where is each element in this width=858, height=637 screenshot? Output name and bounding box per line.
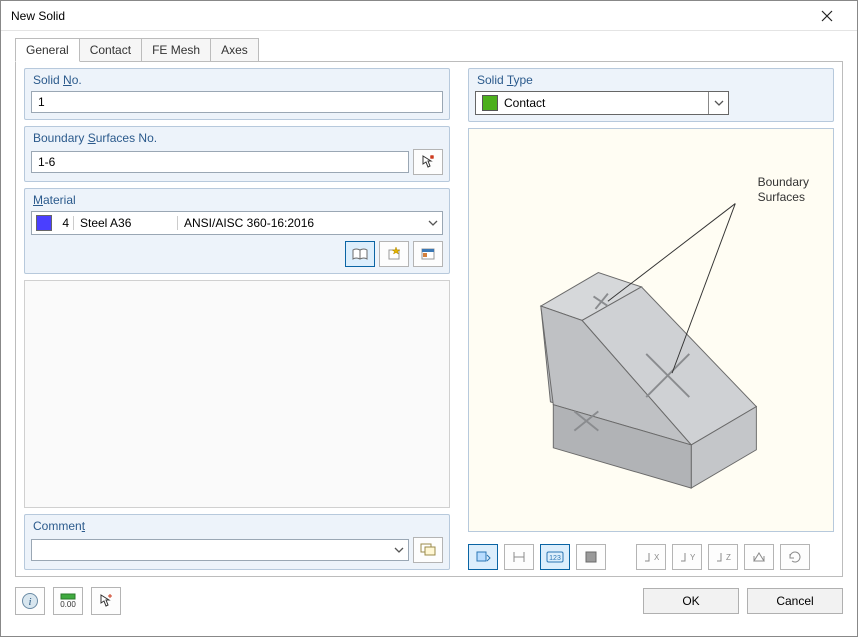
chevron-down-icon (428, 220, 438, 226)
preview-area: Boundary Surfaces (468, 128, 834, 532)
ok-button[interactable]: OK (643, 588, 739, 614)
rotate-button[interactable] (780, 544, 810, 570)
reset-view-button[interactable] (744, 544, 774, 570)
svg-text:123: 123 (549, 555, 561, 562)
group-boundary-surfaces: Boundary Surfaces No. (24, 126, 450, 182)
label-comment: Comment (33, 519, 443, 533)
material-color-swatch (36, 215, 52, 231)
dialog-window: New Solid General Contact FE Mesh Axes S… (0, 0, 858, 637)
label-solid-no: Solid No. (33, 73, 443, 87)
empty-panel (24, 280, 450, 508)
close-button[interactable] (807, 2, 847, 30)
preview-toolbar: 123 X Y Z (468, 544, 834, 570)
svg-text:Y: Y (690, 553, 695, 562)
group-material: Material 4 Steel A36 ANSI/AISC 360-16:20… (24, 188, 450, 274)
axis-z-button[interactable]: Z (708, 544, 738, 570)
close-icon (821, 10, 833, 22)
units-button[interactable]: 0.00 (53, 587, 83, 615)
tabs-row: General Contact FE Mesh Axes (1, 35, 857, 61)
axis-x-icon: X (643, 550, 659, 564)
material-dropdown-button[interactable] (424, 220, 442, 226)
label-material: Material (33, 193, 443, 207)
solid-type-select[interactable]: Contact (475, 91, 729, 115)
chevron-down-icon (394, 547, 404, 553)
window-title: New Solid (11, 9, 65, 23)
material-number: 4 (56, 216, 74, 230)
boundary-surfaces-input[interactable] (31, 151, 409, 173)
tab-contact[interactable]: Contact (79, 38, 142, 61)
cancel-button[interactable]: Cancel (747, 588, 843, 614)
axis-y-icon: Y (679, 550, 695, 564)
group-solid-type: Solid Type Contact (468, 68, 834, 122)
rotate-icon (787, 550, 803, 564)
number-button[interactable]: 123 (540, 544, 570, 570)
tab-fe-mesh[interactable]: FE Mesh (141, 38, 211, 61)
titlebar: New Solid (1, 1, 857, 31)
chevron-down-icon (714, 100, 724, 106)
comment-manage-button[interactable] (413, 537, 443, 563)
material-library-button[interactable] (345, 241, 375, 267)
label-boundary-surfaces: Boundary Surfaces No. (33, 131, 443, 145)
svg-text:Z: Z (726, 553, 731, 562)
pick-surfaces-button[interactable] (413, 149, 443, 175)
reset-view-icon (751, 550, 767, 564)
bottom-bar: i 0.00 OK Cancel (1, 577, 857, 627)
display-options-icon (475, 550, 491, 564)
help-button[interactable]: i (15, 587, 45, 615)
new-icon (386, 247, 402, 261)
solid-no-input[interactable] (31, 91, 443, 113)
comment-dropdown-button[interactable] (394, 547, 404, 553)
comment-combo[interactable] (31, 539, 409, 561)
solid-type-dropdown-button[interactable] (708, 92, 728, 114)
material-new-button[interactable] (379, 241, 409, 267)
library-icon (352, 247, 368, 261)
group-solid-no: Solid No. (24, 68, 450, 120)
edit-icon (420, 247, 436, 261)
pick-icon (98, 593, 114, 609)
svg-text:i: i (28, 596, 31, 608)
solid-type-swatch (482, 95, 498, 111)
label-solid-type: Solid Type (477, 73, 827, 87)
dimension-button[interactable] (504, 544, 534, 570)
pick-icon (420, 154, 436, 170)
comments-icon (420, 543, 436, 557)
dimension-icon (511, 550, 527, 564)
show-numbers-icon: 123 (546, 551, 564, 563)
material-select[interactable]: 4 Steel A36 ANSI/AISC 360-16:2016 (31, 211, 443, 235)
tab-panel: Solid No. Boundary Surfaces No. (15, 61, 843, 577)
solid-type-value: Contact (504, 96, 708, 110)
preview-annotation-label: Boundary Surfaces (758, 175, 809, 205)
axis-y-button[interactable]: Y (672, 544, 702, 570)
pick-in-model-button[interactable] (91, 587, 121, 615)
calc-icon: 0.00 (59, 593, 77, 609)
axis-z-icon: Z (715, 550, 731, 564)
material-name: Steel A36 (74, 216, 178, 230)
fill-icon (584, 550, 598, 564)
tab-general[interactable]: General (15, 38, 80, 62)
axis-x-button[interactable]: X (636, 544, 666, 570)
material-standard: ANSI/AISC 360-16:2016 (178, 216, 424, 230)
svg-text:0.00: 0.00 (60, 600, 76, 609)
group-comment: Comment (24, 514, 450, 570)
display-options-button[interactable] (468, 544, 498, 570)
svg-text:X: X (654, 553, 659, 562)
material-edit-button[interactable] (413, 241, 443, 267)
fill-button[interactable] (576, 544, 606, 570)
help-icon: i (21, 592, 39, 610)
tab-axes[interactable]: Axes (210, 38, 259, 61)
